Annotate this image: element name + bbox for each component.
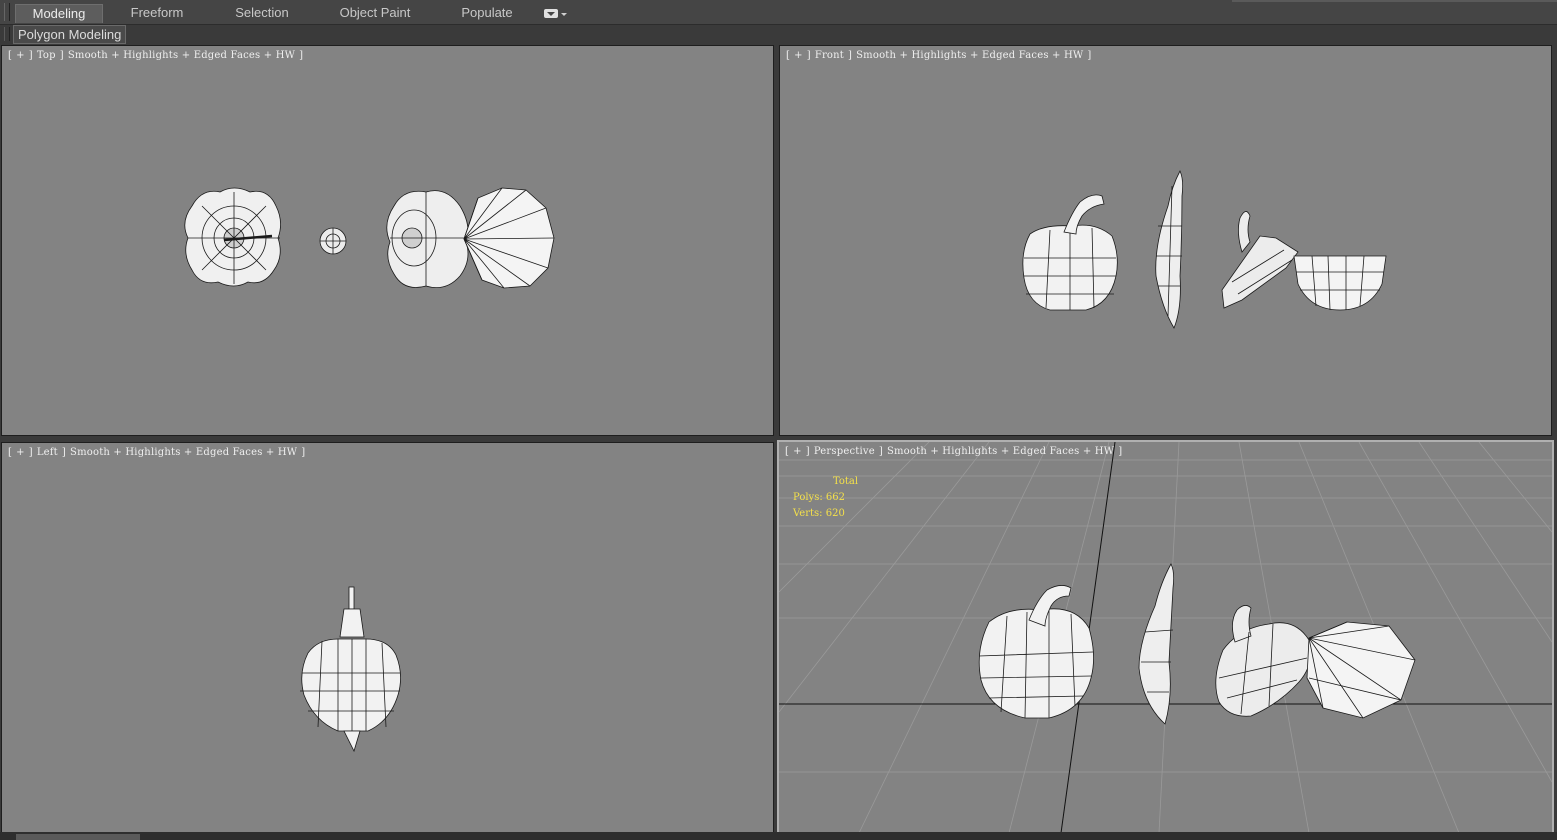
chili-mesh-front xyxy=(1155,170,1184,329)
verts-count: 620 xyxy=(825,508,845,519)
ribbon-divider xyxy=(1232,0,1557,2)
pepper-mesh-top xyxy=(184,187,281,287)
pepper-mesh-perspective xyxy=(978,585,1094,719)
tab-modeling[interactable]: Modeling xyxy=(15,4,103,23)
left-view-scene xyxy=(300,586,401,753)
polygon-modeling-panel-button[interactable]: Polygon Modeling xyxy=(13,25,127,44)
tab-object-paint[interactable]: Object Paint xyxy=(330,4,420,22)
pepper-mesh-left xyxy=(300,586,401,753)
bowl-mesh-front xyxy=(1293,255,1387,311)
stem-cap-mesh-front xyxy=(1221,211,1299,309)
viewport-front[interactable]: [+] Front] Smooth + Highlights + Edged Fac… xyxy=(779,45,1552,436)
bowl-mesh-top xyxy=(463,187,555,289)
viewport-left[interactable]: [+] Left] Smooth + Highlights + Edged Face… xyxy=(1,442,774,833)
tab-selection[interactable]: Selection xyxy=(222,4,302,22)
top-view-scene xyxy=(184,187,555,289)
ribbon-tab-bar: Modeling Freeform Selection Object Paint… xyxy=(0,0,1557,25)
tab-populate[interactable]: Populate xyxy=(450,4,524,22)
time-slider[interactable] xyxy=(16,834,140,840)
front-view-scene xyxy=(1022,170,1387,329)
stem-cap-mesh-perspective xyxy=(1215,605,1312,717)
polys-count: 662 xyxy=(825,492,845,503)
perspective-view-scene xyxy=(779,442,1552,833)
pepper-mesh-front xyxy=(1022,194,1118,311)
stats-verts: Verts: 620 xyxy=(793,508,845,519)
panel-grip-handle[interactable] xyxy=(4,27,10,41)
stats-total-label: Total xyxy=(833,476,859,487)
chili-mesh-perspective xyxy=(1138,563,1175,725)
ribbon-grip-handle[interactable] xyxy=(4,3,10,21)
stats-polys: Polys: 662 xyxy=(793,492,845,503)
viewport-perspective[interactable]: [+] Perspective] Smooth + Highlights + Edg… xyxy=(777,440,1554,835)
ribbon-dropdown-icon[interactable] xyxy=(544,7,568,19)
chili-mesh-top xyxy=(319,227,347,255)
scene-statistics: Total Polys: 662 Verts: 620 xyxy=(793,474,858,522)
tab-freeform[interactable]: Freeform xyxy=(118,4,196,22)
status-bar xyxy=(0,832,1557,840)
viewport-top[interactable]: [+] Top] Smooth + Highlights + Edged Faces… xyxy=(1,45,774,436)
viewport-label-perspective[interactable]: [+] Perspective] Smooth + Highlights + Edg… xyxy=(785,446,1126,457)
stem-cap-mesh-top xyxy=(386,190,469,289)
ribbon-panel-bar: Polygon Modeling xyxy=(0,25,1557,44)
